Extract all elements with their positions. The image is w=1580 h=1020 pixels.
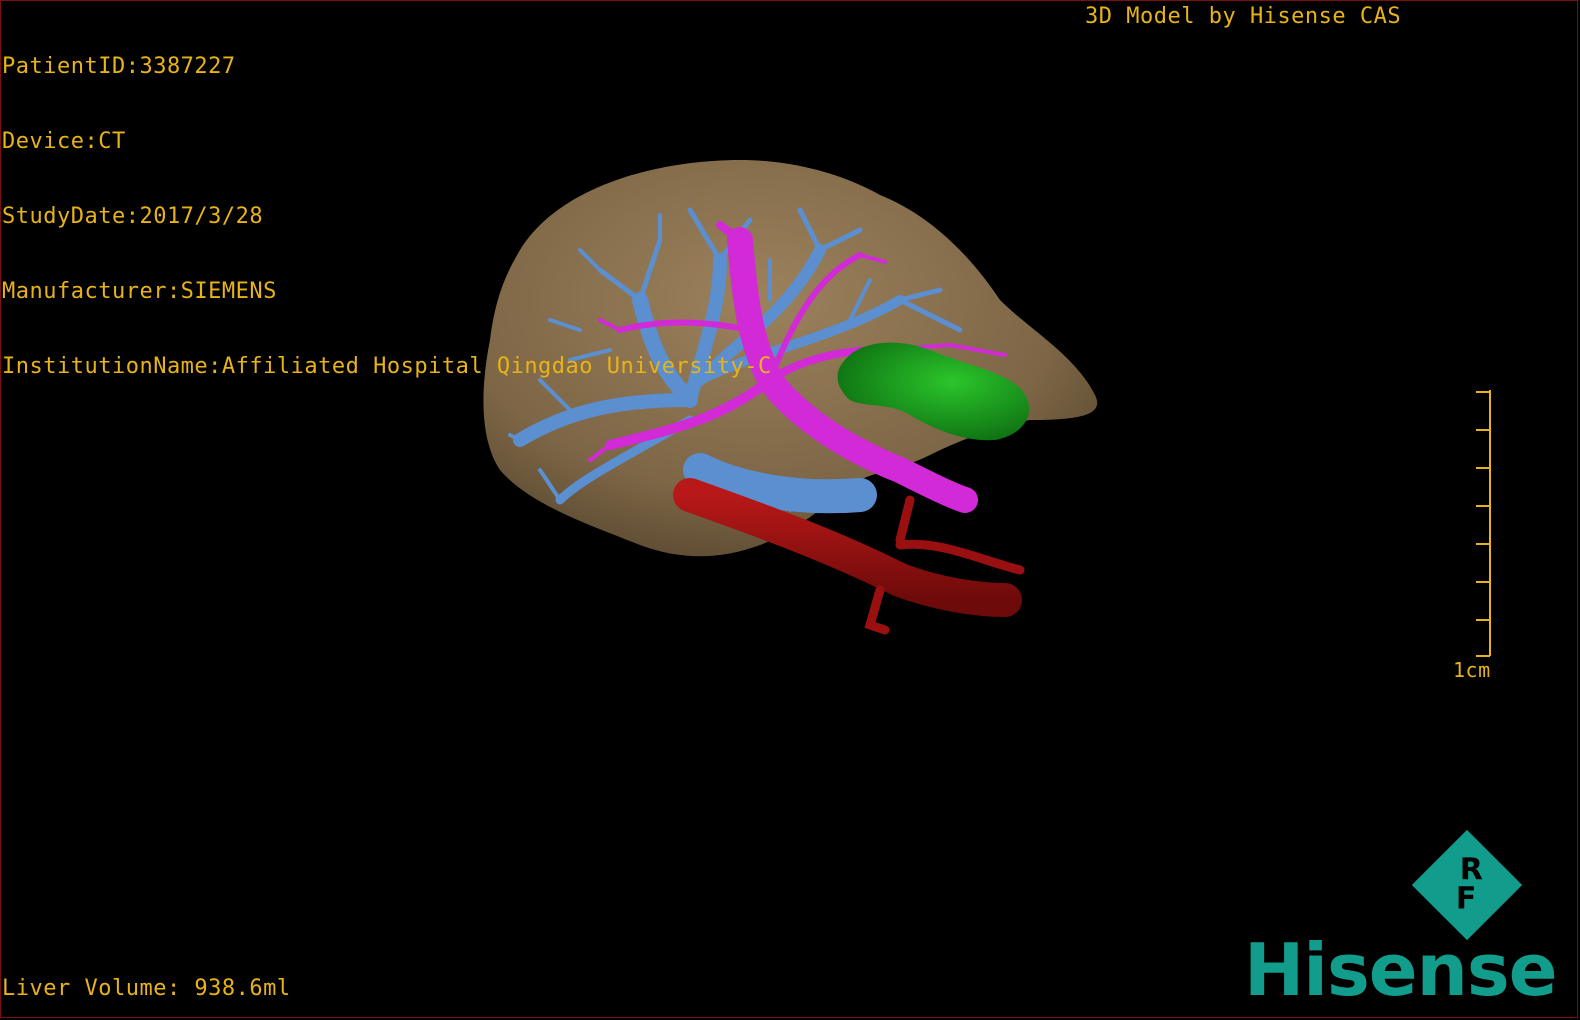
patient-info-overlay: PatientID:3387227 Device:CT StudyDate:20… — [2, 4, 772, 404]
badge-letter-f: F — [1455, 881, 1477, 917]
model-credit: 3D Model by Hisense CAS — [1085, 4, 1402, 29]
scale-bar-label: 1cm — [1453, 658, 1491, 682]
vena-cava-model[interactable] — [673, 478, 1025, 635]
liver-volume: Liver Volume: 938.6ml — [2, 976, 291, 1001]
hisense-logo: Hisense — [1244, 928, 1558, 1012]
institution-name: InstitutionName:Affiliated Hospital Qing… — [2, 354, 772, 379]
study-date: StudyDate:2017/3/28 — [2, 204, 264, 229]
scale-bar — [1476, 390, 1491, 657]
manufacturer: Manufacturer:SIEMENS — [2, 279, 277, 304]
device: Device:CT — [2, 129, 126, 154]
patient-id: PatientID:3387227 — [2, 54, 236, 79]
